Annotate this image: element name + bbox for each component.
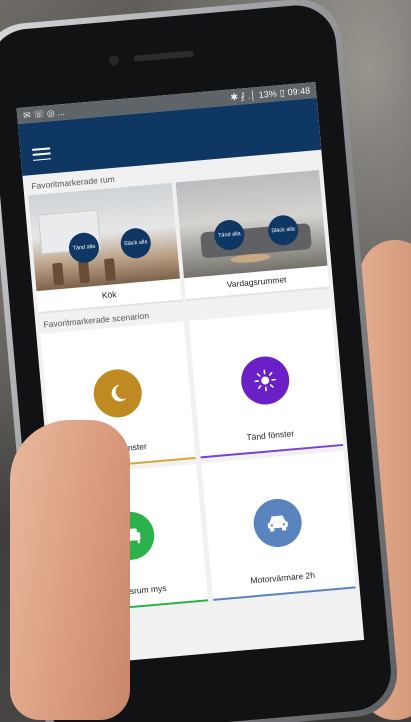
kitchen-photo: Tänd alla Släck alla bbox=[28, 182, 180, 292]
room-card-vardagsrummet[interactable]: Tänd alla Släck alla Vardagsrummet bbox=[175, 169, 330, 302]
bar-stool bbox=[78, 260, 90, 284]
hamburger-menu-icon[interactable] bbox=[32, 147, 52, 161]
clock: 09:48 bbox=[287, 85, 311, 98]
earpiece-speaker bbox=[133, 50, 194, 62]
moon-icon bbox=[91, 367, 144, 420]
scenario-underline bbox=[212, 586, 356, 601]
car-icon bbox=[251, 496, 304, 549]
battery-level: 13% bbox=[258, 88, 278, 100]
scenario-label: Tänd fönster bbox=[246, 428, 295, 443]
notification-icons: ✉ ☏ ◎ ... bbox=[22, 106, 66, 121]
front-camera bbox=[108, 55, 120, 66]
battery-icon: ▯ bbox=[279, 87, 286, 98]
bar-stool bbox=[104, 258, 116, 281]
turn-off-all-button[interactable]: Släck alla bbox=[119, 226, 152, 260]
scenario-tand-fonster[interactable]: Tänd fönster bbox=[188, 308, 344, 459]
scenario-motorvarmare-2h[interactable]: Motorvärmare 2h bbox=[200, 450, 356, 601]
sun-icon bbox=[239, 354, 292, 407]
scenario-label: Motorvärmare 2h bbox=[250, 569, 316, 586]
bar-stool bbox=[52, 262, 65, 286]
signal-icons: ✱ ⨏ .│ bbox=[230, 89, 257, 102]
hand-thumb bbox=[10, 420, 130, 720]
living-room-photo: Tänd alla Släck alla bbox=[175, 169, 328, 279]
room-card-kok[interactable]: Tänd alla Släck alla Kök bbox=[28, 182, 182, 314]
